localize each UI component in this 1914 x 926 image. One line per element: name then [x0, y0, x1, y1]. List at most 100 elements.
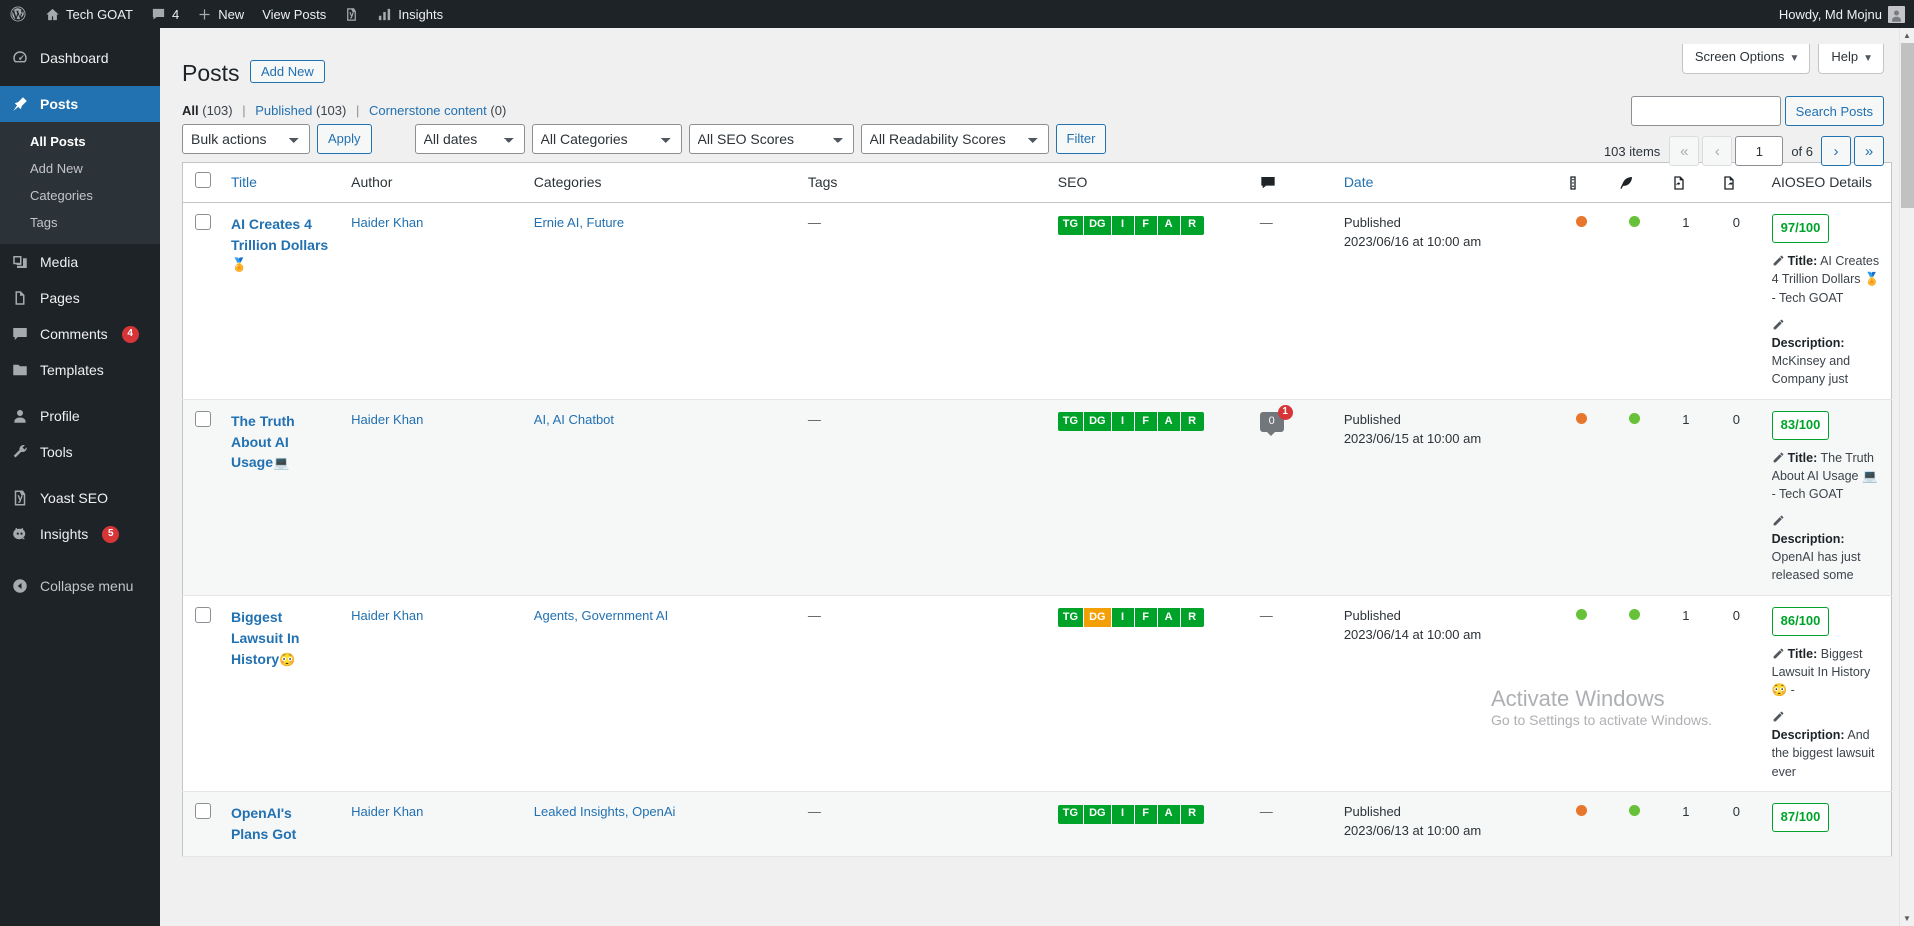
post-status: Published [1343, 215, 1401, 231]
sort-title-link[interactable]: Title [231, 174, 257, 190]
author-link[interactable]: Haider Khan [351, 804, 423, 819]
seo-badge-r[interactable]: R [1180, 215, 1204, 235]
cell-internal-links-out: 0 [1711, 202, 1762, 400]
post-title-link[interactable]: OpenAI's Plans Got [231, 805, 296, 842]
screen-options-button[interactable]: Screen Options ▼ [1681, 44, 1811, 74]
sidebar-subitem-categories[interactable]: Categories [0, 182, 160, 209]
sidebar-item-tools[interactable]: Tools [0, 434, 160, 470]
seo-badge-f[interactable]: F [1134, 412, 1158, 432]
scrollbar-thumb[interactable] [1901, 43, 1914, 208]
seo-badge-tg[interactable]: TG [1057, 412, 1085, 432]
view-posts-menu[interactable]: View Posts [253, 0, 335, 28]
help-button[interactable]: Help ▼ [1818, 44, 1884, 74]
sidebar-item-media[interactable]: Media [0, 244, 160, 280]
seo-badge-a[interactable]: A [1157, 804, 1181, 824]
seo-badge-tg[interactable]: TG [1057, 804, 1085, 824]
seo-badge-r[interactable]: R [1180, 804, 1204, 824]
sidebar-item-yoast-seo[interactable]: Yoast SEO [0, 480, 160, 516]
site-name-menu[interactable]: Tech GOAT [36, 0, 142, 28]
row-checkbox[interactable] [195, 803, 211, 820]
scroll-down-arrow-icon[interactable]: ▼ [1900, 911, 1914, 926]
sidebar-subitem-label: Add New [30, 161, 83, 176]
date-filter-select[interactable]: All dates [414, 123, 525, 154]
sidebar-subitem-add-new[interactable]: Add New [0, 155, 160, 182]
page-scrollbar[interactable]: ▲ ▼ [1899, 28, 1914, 926]
seo-badge-i[interactable]: I [1111, 804, 1135, 824]
last-page-button[interactable]: » [1854, 136, 1884, 166]
seo-badge-dg[interactable]: DG [1084, 608, 1112, 628]
author-link[interactable]: Haider Khan [351, 608, 423, 623]
row-checkbox[interactable] [195, 410, 211, 427]
aioseo-score-badge[interactable]: 86/100 [1771, 606, 1830, 636]
cell-author: Haider Khan [341, 202, 524, 400]
yoast-menu[interactable] [335, 0, 368, 28]
sidebar-item-comments[interactable]: Comments 4 [0, 316, 160, 352]
aioseo-score-badge[interactable]: 87/100 [1771, 803, 1830, 832]
seo-badge-a[interactable]: A [1157, 608, 1181, 628]
filter-link-all[interactable]: All [182, 103, 199, 118]
category-links[interactable]: Ernie AI, Future [534, 215, 624, 230]
sidebar-item-templates[interactable]: Templates [0, 352, 160, 388]
filter-link-published[interactable]: Published [255, 103, 312, 118]
collapse-menu-button[interactable]: Collapse menu [0, 568, 160, 604]
bulk-actions-select[interactable]: Bulk actions [182, 123, 310, 154]
sidebar-subitem-all-posts[interactable]: All Posts [0, 128, 160, 155]
my-account-menu[interactable]: Howdy, Md Mojnu [1770, 0, 1914, 28]
sidebar-subitem-tags[interactable]: Tags [0, 209, 160, 236]
row-checkbox[interactable] [195, 214, 211, 231]
seo-badge-dg[interactable]: DG [1084, 804, 1112, 824]
readability-score-filter-select[interactable]: All Readability Scores [860, 123, 1049, 154]
seo-badge-dg[interactable]: DG [1084, 215, 1112, 235]
seo-badge-r[interactable]: R [1180, 608, 1204, 628]
apply-button[interactable]: Apply [317, 123, 372, 154]
search-posts-button[interactable]: Search Posts [1784, 96, 1884, 126]
seo-badge-i[interactable]: I [1111, 215, 1135, 235]
row-checkbox[interactable] [195, 606, 211, 623]
insights-menu[interactable]: Insights [368, 0, 452, 28]
category-links[interactable]: Leaked Insights, OpenAi [534, 804, 676, 819]
sidebar-item-posts[interactable]: Posts [0, 86, 168, 122]
seo-badge-f[interactable]: F [1134, 215, 1158, 235]
seo-badge-i[interactable]: I [1111, 608, 1135, 628]
sort-date-link[interactable]: Date [1344, 174, 1374, 190]
sidebar-item-dashboard[interactable]: Dashboard [0, 40, 160, 76]
seo-badge-f[interactable]: F [1134, 608, 1158, 628]
current-page-input[interactable] [1735, 136, 1784, 166]
comments-bubble-menu[interactable]: 4 [142, 0, 188, 28]
add-new-button[interactable]: Add New [249, 60, 325, 83]
view-posts-label: View Posts [262, 6, 327, 22]
seo-badge-f[interactable]: F [1134, 804, 1158, 824]
next-page-button[interactable]: › [1821, 136, 1851, 166]
seo-badge-dg[interactable]: DG [1084, 412, 1112, 432]
author-link[interactable]: Haider Khan [351, 215, 423, 230]
search-input[interactable] [1630, 96, 1781, 126]
category-filter-select[interactable]: All Categories [531, 123, 682, 154]
author-link[interactable]: Haider Khan [351, 412, 423, 427]
sidebar-item-insights[interactable]: Insights 5 [0, 516, 160, 552]
cell-readability-dot [1607, 791, 1661, 857]
aioseo-score-badge[interactable]: 83/100 [1771, 410, 1830, 440]
seo-badge-a[interactable]: A [1157, 215, 1181, 235]
pages-icon [10, 289, 30, 307]
filter-link-cornerstone[interactable]: Cornerstone content [369, 103, 487, 118]
category-links[interactable]: Agents, Government AI [534, 608, 668, 623]
sidebar-item-pages[interactable]: Pages [0, 280, 160, 316]
sidebar-item-profile[interactable]: Profile [0, 398, 160, 434]
avatar [1888, 5, 1905, 23]
seo-badge-tg[interactable]: TG [1057, 215, 1085, 235]
post-title-link[interactable]: AI Creates 4 Trillion Dollars [231, 216, 328, 253]
wordpress-logo-menu[interactable] [0, 0, 36, 28]
scroll-up-arrow-icon[interactable]: ▲ [1900, 28, 1914, 43]
seo-badge-group: TG DG I F A R [1057, 608, 1204, 628]
seo-badge-a[interactable]: A [1157, 412, 1181, 432]
filter-button[interactable]: Filter [1055, 123, 1107, 154]
category-links[interactable]: AI, AI Chatbot [534, 412, 614, 427]
seo-badge-tg[interactable]: TG [1057, 608, 1085, 628]
new-content-menu[interactable]: New [188, 0, 253, 28]
seo-badge-i[interactable]: I [1111, 412, 1135, 432]
comment-bubble[interactable]: 0 1 [1259, 404, 1293, 432]
select-all-checkbox[interactable] [195, 171, 211, 188]
seo-score-filter-select[interactable]: All SEO Scores [688, 123, 854, 154]
aioseo-score-badge[interactable]: 97/100 [1771, 214, 1830, 244]
seo-badge-r[interactable]: R [1180, 412, 1204, 432]
